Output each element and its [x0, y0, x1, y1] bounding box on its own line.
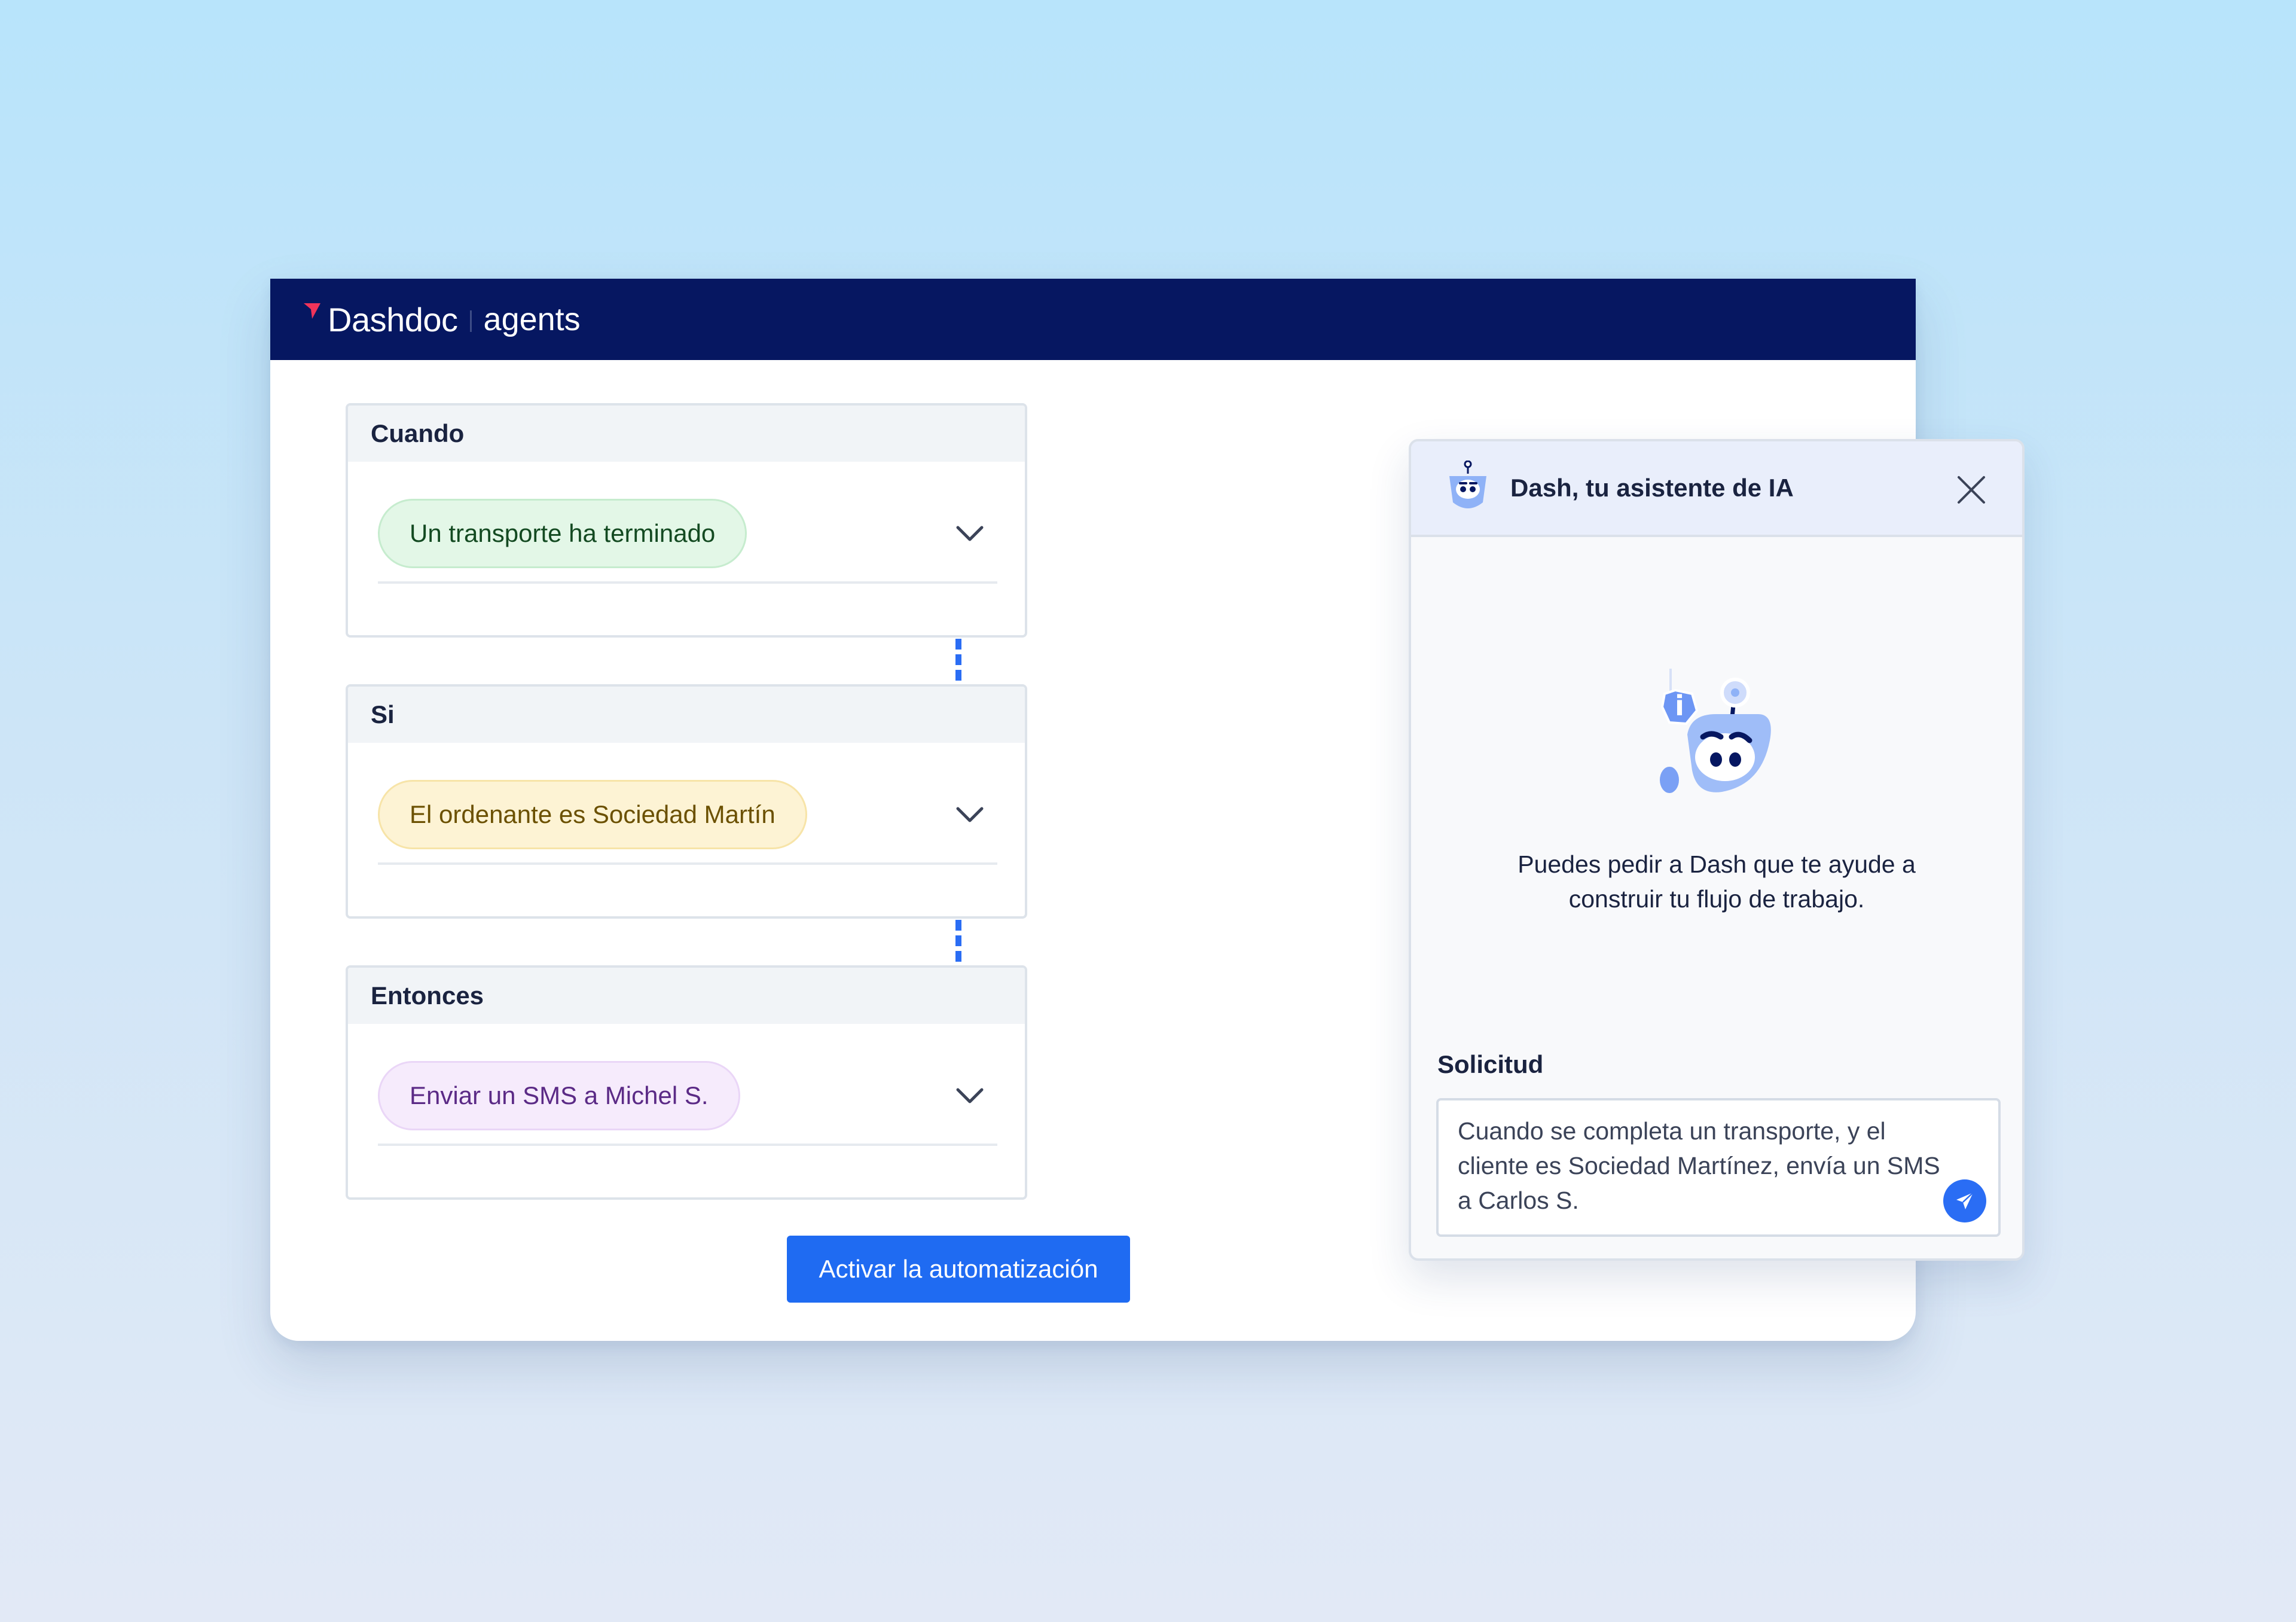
condition-card-header: Si: [348, 687, 1025, 743]
request-label: Solicitud: [1437, 1050, 1544, 1078]
flow-connector: [955, 920, 961, 965]
trigger-value-pill: Un transporte ha terminado: [378, 499, 747, 568]
action-card: Entonces Enviar un SMS a Michel S.: [346, 965, 1027, 1200]
app-header: Dashdoc agents: [270, 279, 1916, 360]
product-name: agents: [483, 301, 581, 337]
action-select[interactable]: Enviar un SMS a Michel S.: [378, 1061, 997, 1146]
robot-avatar-icon: [1449, 461, 1486, 508]
assistant-title: Dash, tu asistente de IA: [1510, 474, 1794, 502]
brand-divider: [469, 310, 472, 332]
info-glyph: i: [1675, 690, 1684, 722]
close-icon[interactable]: [1956, 475, 1986, 505]
robot-illustration-icon: i: [1660, 669, 1771, 793]
activate-automation-button[interactable]: Activar la automatización: [787, 1236, 1130, 1303]
trigger-card: Cuando Un transporte ha terminado: [346, 403, 1027, 638]
condition-select[interactable]: El ordenante es Sociedad Martín: [378, 780, 997, 865]
assistant-header: Dash, tu asistente de IA: [1411, 441, 2022, 537]
chevron-down-icon[interactable]: [954, 1084, 985, 1108]
condition-card-title: Si: [371, 700, 395, 728]
request-text: Cuando se completa un transporte, y el c…: [1458, 1117, 1940, 1214]
assistant-intro-line: construir tu flujo de trabajo.: [1568, 885, 1865, 913]
action-card-header: Entonces: [348, 968, 1025, 1024]
action-value-pill: Enviar un SMS a Michel S.: [378, 1061, 740, 1130]
trigger-card-title: Cuando: [371, 419, 465, 447]
request-input[interactable]: Cuando se completa un transporte, y el c…: [1436, 1098, 2001, 1237]
send-icon: [1956, 1192, 1974, 1209]
trigger-select[interactable]: Un transporte ha terminado: [378, 499, 997, 584]
assistant-intro-line: Puedes pedir a Dash que te ayude a: [1518, 850, 1916, 878]
send-button[interactable]: [1943, 1179, 1986, 1222]
chevron-down-icon[interactable]: [954, 522, 985, 545]
assistant-intro: Puedes pedir a Dash que te ayude a const…: [1447, 847, 1986, 916]
chevron-down-icon[interactable]: [954, 803, 985, 827]
action-card-title: Entonces: [371, 981, 484, 1010]
condition-card: Si El ordenante es Sociedad Martín: [346, 684, 1027, 919]
trigger-card-header: Cuando: [348, 406, 1025, 462]
flow-connector: [955, 639, 961, 684]
condition-value-pill: El ordenante es Sociedad Martín: [378, 780, 807, 849]
assistant-panel: Dash, tu asistente de IA i Puedes pedir …: [1409, 439, 2025, 1261]
brand-name: Dashdoc: [328, 300, 458, 339]
dashdoc-logo-icon: [304, 303, 320, 319]
